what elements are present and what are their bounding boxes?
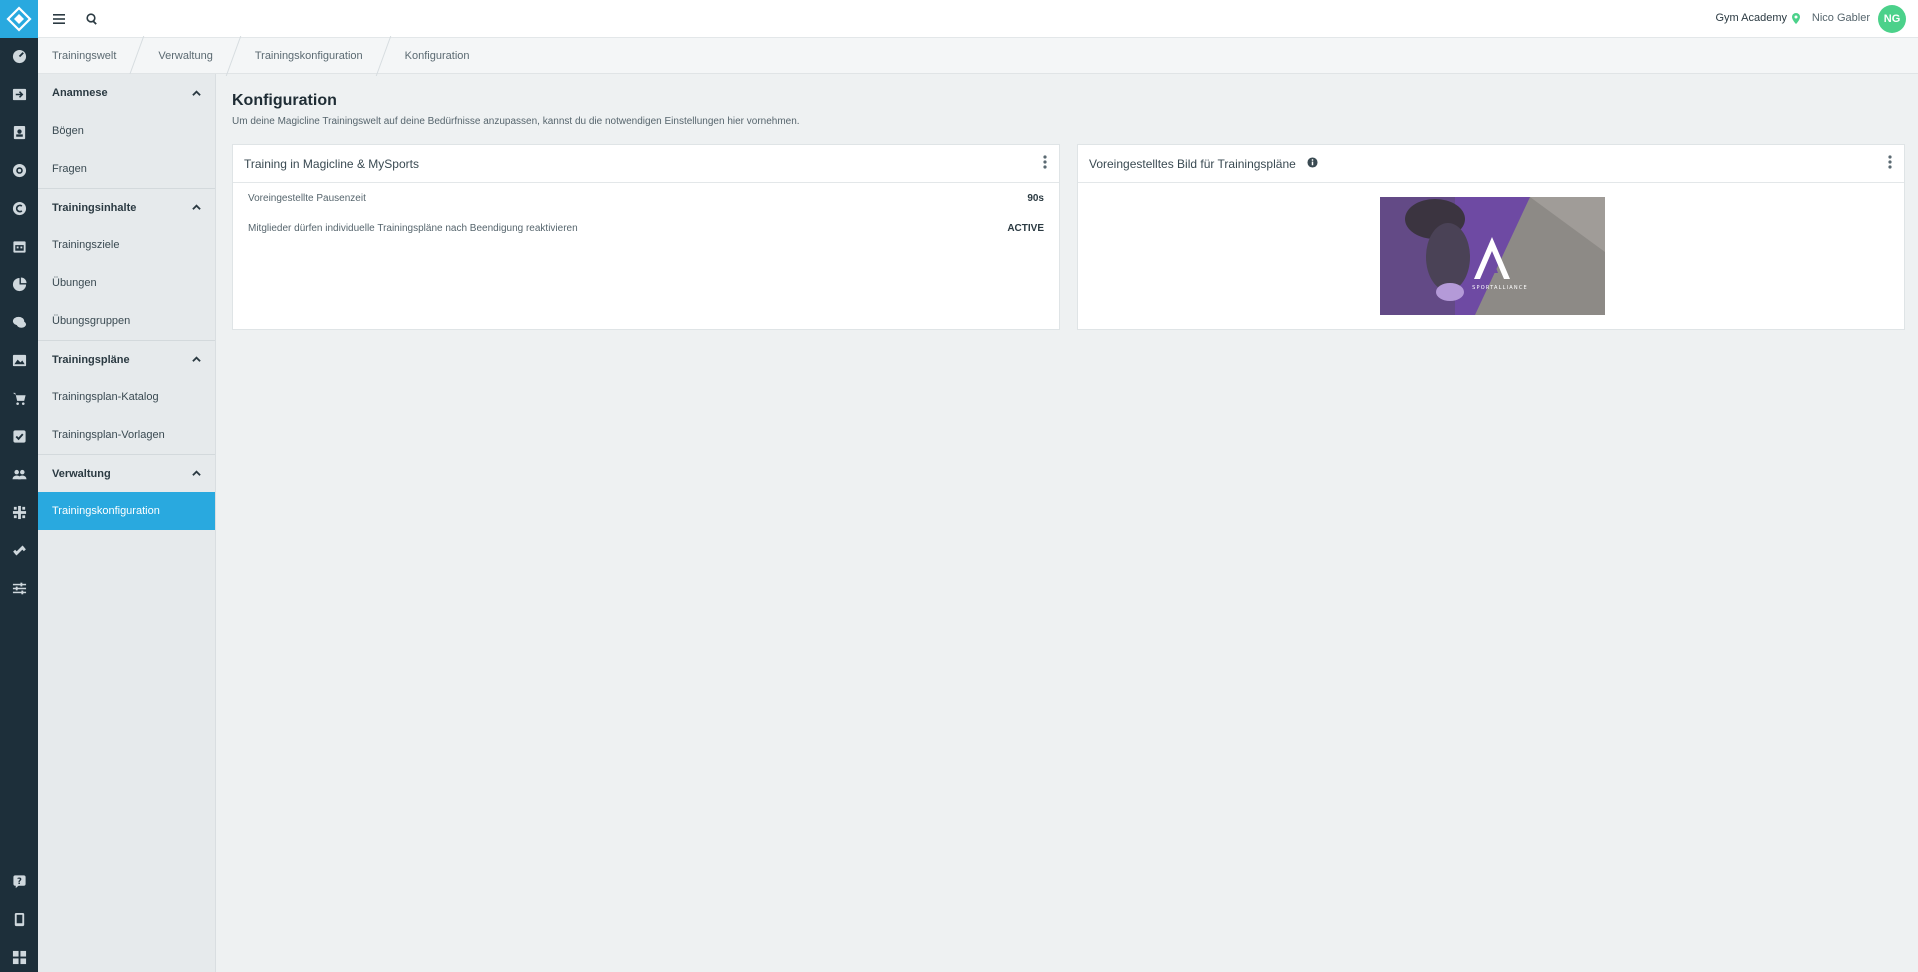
more-options-icon[interactable]: [1888, 155, 1892, 172]
location-pin-icon: [1792, 12, 1800, 24]
breadcrumb-item-konfiguration: Konfiguration: [404, 49, 470, 62]
sidebar-group-title: Verwaltung: [52, 467, 111, 480]
card-title: Voreingestelltes Bild für Trainingspläne: [1089, 156, 1296, 171]
network-icon[interactable]: [0, 493, 38, 531]
setting-row-reactivate-plans: Mitglieder dürfen individuelle Trainings…: [233, 213, 1059, 243]
chat-icon[interactable]: [0, 303, 38, 341]
sliders-icon[interactable]: [0, 569, 38, 607]
user-name[interactable]: Nico Gabler: [1812, 12, 1870, 24]
help-icon[interactable]: ?: [0, 862, 38, 900]
setting-row-pause-time: Voreingestellte Pausenzeit 90s: [233, 183, 1059, 213]
tasks-icon[interactable]: [0, 417, 38, 455]
setting-value: 90s: [1027, 192, 1044, 204]
sidebar-item-uebungsgruppen[interactable]: Übungsgruppen: [38, 302, 215, 340]
chevron-up-icon: [192, 470, 201, 476]
breadcrumb-separator: [227, 38, 241, 74]
card-header: Voreingestelltes Bild für Trainingspläne: [1078, 145, 1904, 183]
sidebar-group-title: Anamnese: [52, 87, 108, 99]
analytics-icon[interactable]: [0, 265, 38, 303]
training-settings-card: Training in Magicline & MySports Voreing…: [232, 144, 1060, 330]
chevron-up-icon: [192, 89, 201, 96]
menu-icon[interactable]: [51, 11, 67, 27]
breadcrumb-separator: [130, 38, 144, 74]
shop-icon[interactable]: [0, 379, 38, 417]
app-rail: ?: [0, 0, 38, 972]
studio-selector[interactable]: Gym Academy: [1715, 12, 1800, 24]
sidebar-group-verwaltung[interactable]: Verwaltung: [38, 454, 215, 492]
sub-sidebar: Anamnese Bögen Fragen Trainingsinhalte T…: [38, 74, 216, 972]
config-cards: Training in Magicline & MySports Voreing…: [232, 144, 1906, 330]
chevron-up-icon: [192, 204, 201, 210]
breadcrumb-item-verwaltung[interactable]: Verwaltung: [144, 38, 226, 74]
avatar[interactable]: NG: [1878, 5, 1906, 33]
info-icon[interactable]: [1307, 156, 1318, 168]
breadcrumb-item-trainingswelt[interactable]: Trainingswelt: [38, 38, 130, 74]
finance-icon[interactable]: [0, 189, 38, 227]
card-title: Training in Magicline & MySports: [244, 156, 419, 171]
breadcrumb-separator: [377, 38, 391, 74]
sidebar-item-trainingsziele[interactable]: Trainingsziele: [38, 226, 215, 264]
sidebar-item-trainingskonfiguration[interactable]: Trainingskonfiguration: [38, 492, 215, 530]
calendar-icon[interactable]: [0, 227, 38, 265]
page-description: Um deine Magicline Trainingswelt auf dei…: [232, 116, 800, 127]
default-image-card: Voreingestelltes Bild für Trainingspläne: [1077, 144, 1905, 330]
card-title-wrap: Voreingestelltes Bild für Trainingspläne: [1089, 157, 1318, 171]
default-training-plan-image[interactable]: SPORTALLIANCE: [1380, 197, 1605, 315]
svg-text:?: ?: [17, 875, 22, 885]
sidebar-group-trainingsplaene[interactable]: Trainingspläne: [38, 340, 215, 378]
sidebar-item-trainingsplan-katalog[interactable]: Trainingsplan-Katalog: [38, 378, 215, 416]
breadcrumb-item-trainingskonfiguration[interactable]: Trainingskonfiguration: [241, 38, 377, 74]
card-header: Training in Magicline & MySports: [233, 145, 1059, 183]
app-logo-icon[interactable]: [0, 0, 38, 38]
sidebar-item-uebungen[interactable]: Übungen: [38, 264, 215, 302]
members-icon[interactable]: [0, 455, 38, 493]
apps-grid-icon[interactable]: [0, 938, 38, 972]
device-icon[interactable]: [0, 900, 38, 938]
sidebar-item-boegen[interactable]: Bögen: [38, 112, 215, 150]
sidebar-group-trainingsinhalte[interactable]: Trainingsinhalte: [38, 188, 215, 226]
training-dumbbell-icon[interactable]: [0, 531, 38, 569]
setting-value: ACTIVE: [1007, 222, 1044, 234]
gallery-icon[interactable]: [0, 341, 38, 379]
sidebar-group-title: Trainingsinhalte: [52, 201, 137, 214]
setting-label: Mitglieder dürfen individuelle Trainings…: [248, 222, 578, 234]
sidebar-group-anamnese[interactable]: Anamnese: [38, 74, 215, 112]
chevron-up-icon: [192, 356, 201, 362]
sidebar-group-title: Trainingspläne: [52, 353, 130, 366]
studio-name: Gym Academy: [1715, 12, 1787, 24]
breadcrumb: Trainingswelt Verwaltung Trainingskonfig…: [38, 38, 1918, 74]
image-caption: SPORTALLIANCE: [1472, 285, 1528, 291]
more-options-icon[interactable]: [1043, 155, 1047, 172]
setting-label: Voreingestellte Pausenzeit: [248, 192, 366, 204]
search-icon[interactable]: [84, 11, 100, 27]
checkin-icon[interactable]: [0, 75, 38, 113]
dashboard-icon[interactable]: [0, 37, 38, 75]
contact-icon[interactable]: [0, 113, 38, 151]
sidebar-item-trainingsplan-vorlagen[interactable]: Trainingsplan-Vorlagen: [38, 416, 215, 454]
settings-gear-icon[interactable]: [0, 151, 38, 189]
page-title: Konfiguration: [232, 92, 337, 109]
top-header: Gym Academy Nico Gabler NG: [38, 0, 1918, 38]
sidebar-item-fragen[interactable]: Fragen: [38, 150, 215, 188]
main-content: Konfiguration Um deine Magicline Trainin…: [232, 74, 1906, 330]
